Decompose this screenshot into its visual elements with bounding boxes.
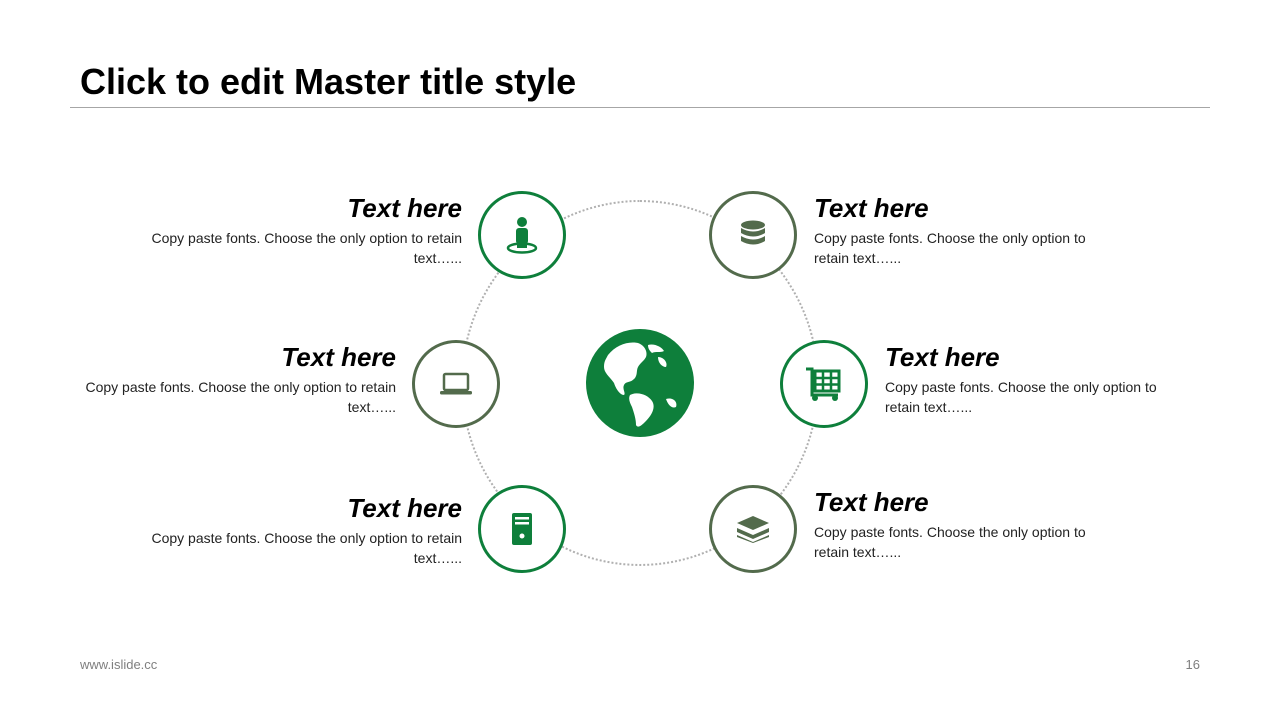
item-top-left: Text here Copy paste fonts. Choose the o…: [102, 193, 462, 268]
item-body[interactable]: Copy paste fonts. Choose the only option…: [885, 377, 1185, 417]
node-server: [478, 485, 566, 573]
slide-title[interactable]: Click to edit Master title style: [80, 60, 576, 104]
item-heading[interactable]: Text here: [36, 342, 396, 372]
item-body[interactable]: Copy paste fonts. Choose the only option…: [814, 228, 1114, 268]
item-bottom-right: Text here Copy paste fonts. Choose the o…: [814, 487, 1114, 562]
item-bottom-left: Text here Copy paste fonts. Choose the o…: [102, 493, 462, 568]
item-middle-right: Text here Copy paste fonts. Choose the o…: [885, 342, 1185, 417]
item-body[interactable]: Copy paste fonts. Choose the only option…: [102, 228, 462, 268]
shopping-cart-icon: [806, 367, 841, 401]
item-heading[interactable]: Text here: [814, 193, 1114, 223]
node-database: [709, 191, 797, 279]
node-person: [478, 191, 566, 279]
node-layers: [709, 485, 797, 573]
layers-icon: [737, 516, 769, 543]
item-heading[interactable]: Text here: [814, 487, 1114, 517]
server-icon: [512, 513, 532, 545]
globe-icon: [586, 329, 694, 437]
item-middle-left: Text here Copy paste fonts. Choose the o…: [36, 342, 396, 417]
person-location-icon: [506, 217, 538, 254]
title-divider: [70, 107, 1210, 108]
footer-url: www.islide.cc: [80, 657, 158, 672]
item-heading[interactable]: Text here: [885, 342, 1185, 372]
node-laptop: [412, 340, 500, 428]
item-body[interactable]: Copy paste fonts. Choose the only option…: [36, 377, 396, 417]
laptop-icon: [440, 372, 472, 395]
item-body[interactable]: Copy paste fonts. Choose the only option…: [102, 528, 462, 568]
database-icon: [741, 220, 765, 245]
item-heading[interactable]: Text here: [102, 493, 462, 523]
node-cart: [780, 340, 868, 428]
item-body[interactable]: Copy paste fonts. Choose the only option…: [814, 522, 1114, 562]
item-heading[interactable]: Text here: [102, 193, 462, 223]
page-number: 16: [1185, 657, 1200, 672]
item-top-right: Text here Copy paste fonts. Choose the o…: [814, 193, 1114, 268]
